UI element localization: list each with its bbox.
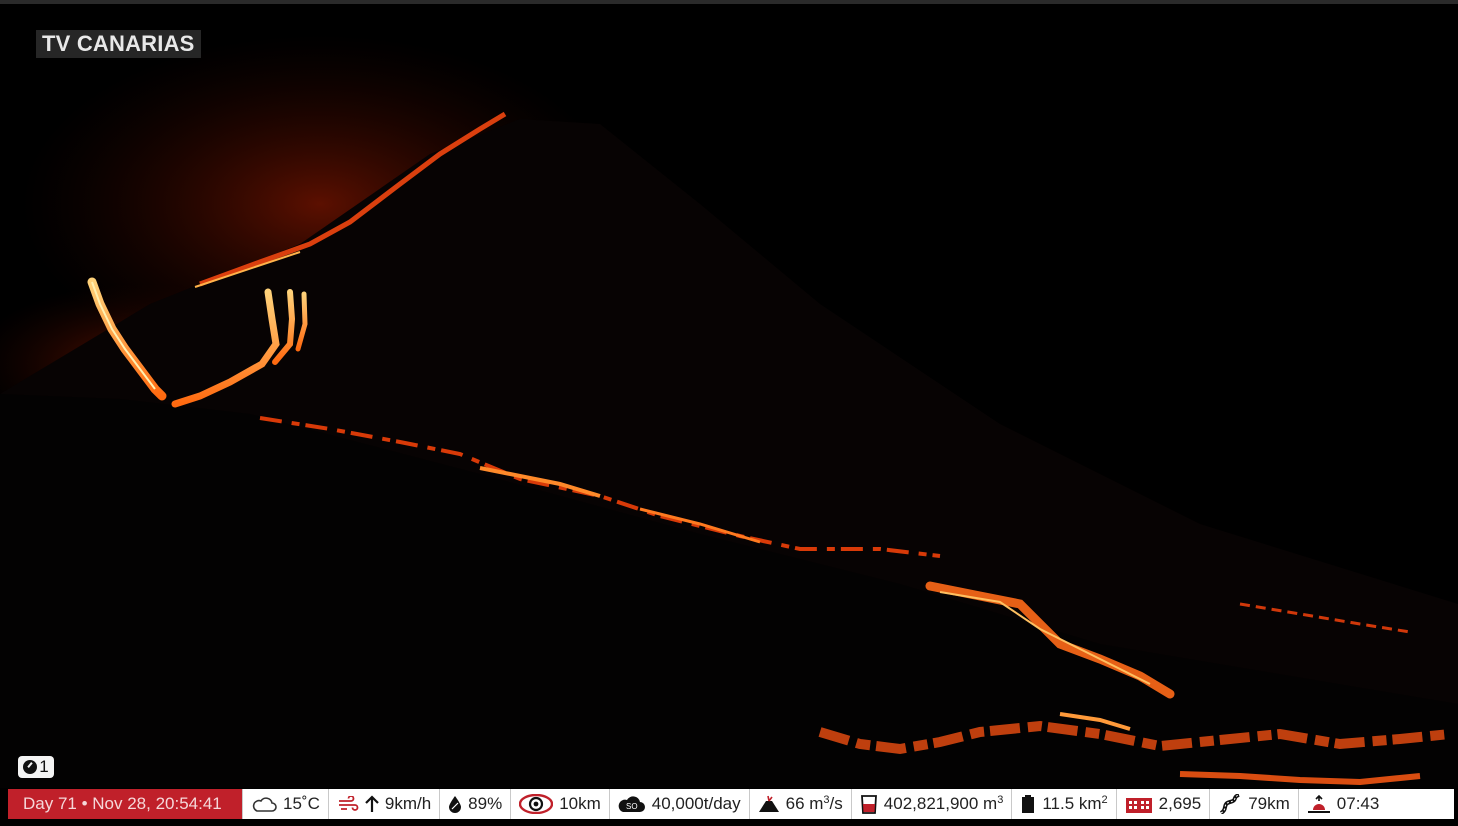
arrow-up-icon [365,795,379,813]
status-bar: Day 71 • Nov 28, 20:54:41 15˚C 9km/h 89% [8,789,1454,819]
date-time: Day 71 • Nov 28, 20:54:41 [8,789,242,819]
volume-value: 402,821,900 m3 [883,794,1004,813]
eye-icon [519,794,554,814]
so2-cell: SO 40,000t/day [608,789,749,819]
temperature-cell: 15˚C [242,789,328,819]
wind-icon [337,796,359,812]
lava-scene [0,34,1458,788]
temperature-value: 15˚C [283,794,320,813]
visibility-value: 10km [559,794,601,813]
area-icon [1020,794,1036,814]
livestream-viewer: TV CANARIAS 1 Day 71 • Nov 28, 20:54:41 … [0,0,1458,826]
visibility-cell: 10km [510,789,609,819]
roads-cell: 79km [1209,789,1298,819]
building-icon [1125,794,1153,814]
flow-cell: 66 m3/s [748,789,851,819]
humidity-cell: 89% [439,789,510,819]
roads-value: 79km [1248,794,1290,813]
channel-logo: TV CANARIAS [36,30,201,58]
wind-cell: 9km/h [327,789,439,819]
volcano-icon [758,795,780,813]
sunrise-cell: 07:43 [1297,789,1388,819]
buildings-value: 2,695 [1158,794,1202,813]
so2-value: 40,000t/day [651,794,741,813]
volcano-video-feed[interactable]: TV CANARIAS 1 [0,4,1458,788]
area-value: 11.5 km2 [1042,794,1108,813]
beaker-icon [860,794,878,814]
camera-dial-icon [23,760,38,774]
camera-badge[interactable]: 1 [18,756,54,778]
humidity-value: 89% [468,794,503,813]
wind-value: 9km/h [384,794,432,813]
sunrise-icon [1307,794,1331,814]
camera-number: 1 [39,757,49,776]
volume-cell: 402,821,900 m3 [850,789,1012,819]
so2-cloud-icon: SO [618,794,646,814]
svg-text:SO: SO [626,802,638,811]
cloud-icon [251,795,277,813]
area-cell: 11.5 km2 [1011,789,1115,819]
buildings-cell: 2,695 [1115,789,1210,819]
flow-value: 66 m3/s [785,794,843,813]
droplet-icon [448,795,462,813]
road-icon [1218,794,1242,814]
sunrise-value: 07:43 [1336,794,1380,813]
